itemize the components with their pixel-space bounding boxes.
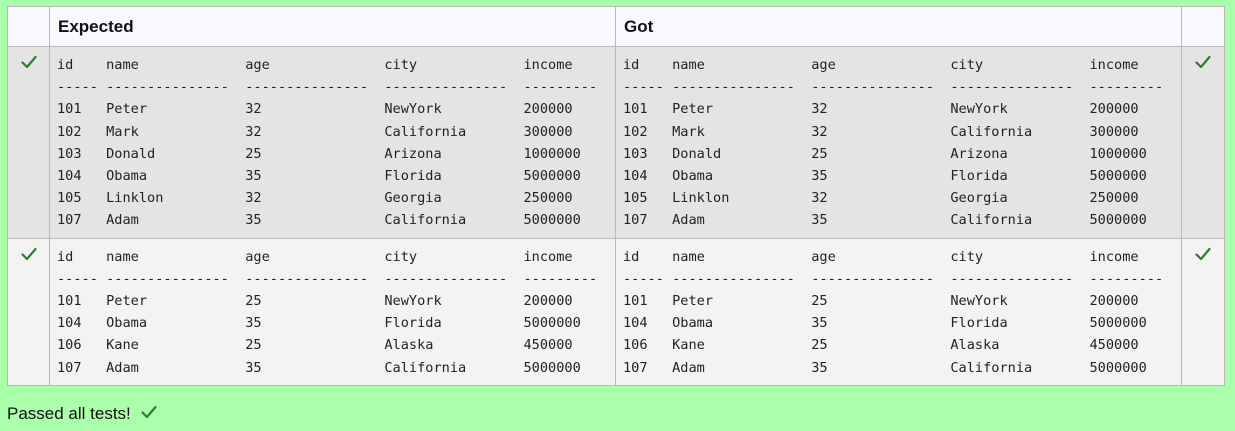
check-icon [20, 247, 37, 266]
got-output: id name age city income ----- ----------… [623, 57, 1164, 229]
pass-indicator-right [1181, 46, 1225, 239]
check-icon [1195, 55, 1211, 74]
header-blank-right [1181, 6, 1225, 47]
got-output-cell: id name age city income ----- ----------… [615, 237, 1182, 386]
pass-indicator-left [7, 237, 50, 386]
test-status: Passed all tests! [7, 404, 157, 424]
test-row: id name age city income ----- ----------… [7, 46, 1225, 239]
expected-output: id name age city income ----- ----------… [57, 57, 598, 229]
pass-indicator-right [1181, 237, 1225, 386]
test-results-table: Expected Got id name age city income ---… [7, 6, 1225, 386]
got-output: id name age city income ----- ----------… [623, 248, 1164, 376]
check-icon [1195, 247, 1211, 266]
status-text: Passed all tests! [7, 404, 131, 423]
header-blank-left [7, 6, 50, 47]
test-row: id name age city income ----- ----------… [7, 237, 1225, 386]
check-icon [141, 404, 157, 424]
expected-output-cell: id name age city income ----- ----------… [49, 46, 616, 239]
got-output-cell: id name age city income ----- ----------… [615, 46, 1182, 239]
results-header-row: Expected Got [7, 6, 1225, 47]
expected-output-cell: id name age city income ----- ----------… [49, 237, 616, 386]
expected-output: id name age city income ----- ----------… [57, 248, 598, 376]
got-header: Got [615, 6, 1182, 47]
check-icon [20, 55, 37, 74]
pass-indicator-left [7, 46, 50, 239]
expected-header: Expected [49, 6, 616, 47]
